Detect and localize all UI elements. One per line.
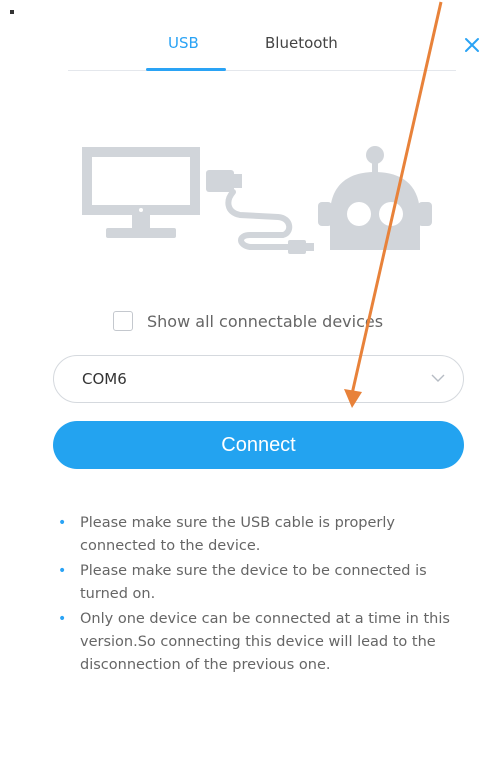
robot-icon xyxy=(318,146,432,250)
connection-notes: • Please make sure the USB cable is prop… xyxy=(56,512,466,679)
port-select-value: COM6 xyxy=(82,370,127,388)
tab-usb[interactable]: USB xyxy=(168,34,199,52)
note-item: • Please make sure the device to be conn… xyxy=(56,560,466,606)
chevron-down-icon xyxy=(431,374,445,382)
bullet-icon: • xyxy=(58,563,67,579)
bullet-icon: • xyxy=(58,611,67,627)
show-all-devices-row[interactable]: Show all connectable devices xyxy=(113,309,383,333)
connect-button[interactable]: Connect xyxy=(53,421,464,469)
active-tab-indicator xyxy=(146,68,226,71)
note-text: Only one device can be connected at a ti… xyxy=(80,611,450,673)
bullet-icon: • xyxy=(58,515,67,531)
monitor-icon xyxy=(82,147,200,238)
close-icon xyxy=(465,38,479,52)
usb-cable-icon xyxy=(206,170,314,254)
note-text: Please make sure the USB cable is proper… xyxy=(80,515,396,554)
note-item: • Only one device can be connected at a … xyxy=(56,608,466,677)
close-button[interactable] xyxy=(461,34,483,56)
show-all-devices-label: Show all connectable devices xyxy=(147,311,384,331)
show-all-devices-checkbox[interactable] xyxy=(113,311,133,331)
corner-mark xyxy=(10,10,14,14)
note-text: Please make sure the device to be connec… xyxy=(80,563,427,602)
usb-connection-illustration xyxy=(82,146,432,254)
note-item: • Please make sure the USB cable is prop… xyxy=(56,512,466,558)
port-select[interactable]: COM6 xyxy=(53,355,464,403)
connection-tabs: USB Bluetooth xyxy=(68,28,456,71)
tab-bluetooth[interactable]: Bluetooth xyxy=(265,34,338,52)
